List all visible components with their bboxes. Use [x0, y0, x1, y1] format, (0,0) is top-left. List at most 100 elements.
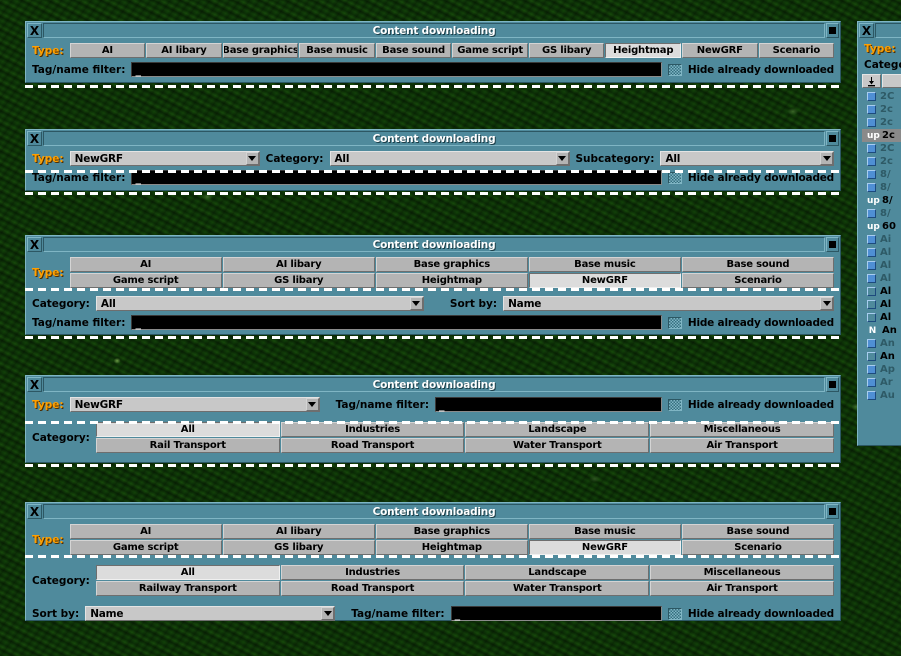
close-button[interactable]: X: [27, 504, 42, 519]
type-button-gs-libary[interactable]: GS libary: [528, 43, 605, 58]
list-item[interactable]: Al: [862, 311, 901, 324]
category-button-miscellaneous[interactable]: Miscellaneous: [650, 422, 835, 437]
list-item[interactable]: 8/: [862, 168, 901, 181]
type-dropdown[interactable]: NewGRF: [69, 151, 260, 166]
type-dropdown[interactable]: NewGRF: [69, 397, 320, 412]
close-button[interactable]: X: [859, 23, 874, 38]
type-button-newgrf[interactable]: NewGRF: [528, 273, 681, 288]
content-downloading-window-1[interactable]: X Content downloading Type: AI AI libary…: [25, 21, 841, 83]
type-button-scenario[interactable]: Scenario: [758, 43, 835, 58]
type-button-gs-libary[interactable]: GS libary: [222, 540, 375, 555]
category-button-air-transport[interactable]: Air Transport: [650, 581, 835, 596]
type-button-game-script[interactable]: Game script: [69, 540, 222, 555]
list-item[interactable]: 2c: [862, 103, 901, 116]
category-button-road-transport[interactable]: Road Transport: [280, 438, 465, 453]
list-item[interactable]: Ar: [862, 376, 901, 389]
close-button[interactable]: X: [27, 377, 42, 392]
type-button-newgrf[interactable]: NewGRF: [681, 43, 758, 58]
category-dropdown[interactable]: All: [329, 151, 570, 166]
list-item[interactable]: Al: [862, 272, 901, 285]
category-button-road-transport[interactable]: Road Transport: [280, 581, 465, 596]
list-item[interactable]: Al: [862, 298, 901, 311]
type-button-game-script[interactable]: Game script: [69, 273, 222, 288]
hide-downloaded-checkbox[interactable]: [667, 171, 682, 184]
type-button-ai[interactable]: AI: [69, 43, 146, 58]
hide-downloaded-checkbox[interactable]: [667, 63, 682, 76]
type-button-ai[interactable]: AI: [69, 257, 222, 272]
type-button-newgrf[interactable]: NewGRF: [528, 540, 681, 555]
subcategory-dropdown[interactable]: All: [660, 151, 834, 166]
type-button-base-music[interactable]: Base music: [528, 257, 681, 272]
type-button-heightmap[interactable]: Heightmap: [375, 540, 528, 555]
chevron-down-icon[interactable]: [305, 398, 319, 411]
list-item[interactable]: 2c: [862, 116, 901, 129]
chevron-down-icon[interactable]: [820, 152, 833, 165]
chevron-down-icon[interactable]: [321, 607, 335, 620]
type-button-ai-libary[interactable]: AI libary: [146, 43, 222, 58]
shade-button[interactable]: [826, 377, 839, 392]
list-item[interactable]: Al: [862, 259, 901, 272]
content-downloading-window-3[interactable]: X Content downloading Type: AI AI libary…: [25, 235, 841, 335]
close-button[interactable]: X: [27, 23, 42, 38]
category-button-industries[interactable]: Industries: [280, 422, 465, 437]
category-button-water-transport[interactable]: Water Transport: [465, 438, 650, 453]
type-button-ai-libary[interactable]: AI libary: [222, 257, 375, 272]
list-item[interactable]: N An: [862, 324, 901, 337]
category-button-industries[interactable]: Industries: [280, 565, 465, 580]
category-button-all[interactable]: All: [95, 422, 280, 437]
close-button[interactable]: X: [27, 237, 42, 252]
hide-downloaded-checkbox[interactable]: [667, 398, 682, 411]
category-button-water-transport[interactable]: Water Transport: [465, 581, 650, 596]
category-dropdown[interactable]: All: [95, 296, 424, 311]
category-button-railway-transport[interactable]: Railway Transport: [95, 581, 280, 596]
list-item[interactable]: Al: [862, 246, 901, 259]
category-button-landscape[interactable]: Landscape: [465, 565, 650, 580]
type-button-base-music[interactable]: Base music: [299, 43, 375, 58]
content-list[interactable]: 2C 2c 2c up 2c 2C 2c 8/8/up 8/8/up 60 Ai Al Al Al Al Al…: [858, 90, 901, 402]
type-button-ai[interactable]: AI: [69, 524, 222, 539]
type-button-base-sound[interactable]: Base sound: [681, 257, 834, 272]
chevron-down-icon[interactable]: [245, 152, 259, 165]
type-button-heightmap[interactable]: Heightmap: [375, 273, 528, 288]
hide-downloaded-checkbox[interactable]: [667, 607, 682, 620]
tag-filter-input[interactable]: _: [435, 397, 662, 412]
list-item[interactable]: An: [862, 350, 901, 363]
list-item[interactable]: 2C: [862, 142, 901, 155]
type-button-ai-libary[interactable]: AI libary: [222, 524, 375, 539]
shade-button[interactable]: [826, 23, 839, 38]
list-item[interactable]: Ap: [862, 363, 901, 376]
list-item[interactable]: 2c: [862, 155, 901, 168]
list-item[interactable]: 8/: [862, 207, 901, 220]
type-button-base-graphics[interactable]: Base graphics: [375, 257, 528, 272]
content-list-window-clipped[interactable]: X Type: Catego 2C2c2cup2c2C2c8/8/up8/8/u…: [857, 21, 901, 446]
list-item[interactable]: Al: [862, 285, 901, 298]
download-sort-button[interactable]: [862, 74, 881, 88]
content-downloading-window-2[interactable]: X Content downloading Type: NewGRF Categ…: [25, 129, 841, 191]
type-button-heightmap[interactable]: Heightmap: [605, 43, 681, 58]
content-downloading-window-5[interactable]: X Content downloading Type: AI AI libary…: [25, 502, 841, 621]
type-button-scenario[interactable]: Scenario: [681, 273, 834, 288]
type-button-scenario[interactable]: Scenario: [681, 540, 834, 555]
shade-button[interactable]: [826, 131, 839, 146]
type-button-base-music[interactable]: Base music: [528, 524, 681, 539]
category-button-miscellaneous[interactable]: Miscellaneous: [650, 565, 835, 580]
tag-filter-input[interactable]: _: [131, 315, 662, 330]
list-item[interactable]: Au: [862, 389, 901, 402]
category-button-air-transport[interactable]: Air Transport: [650, 438, 835, 453]
type-button-base-sound[interactable]: Base sound: [681, 524, 834, 539]
close-button[interactable]: X: [27, 131, 42, 146]
shade-button[interactable]: [826, 237, 839, 252]
category-button-landscape[interactable]: Landscape: [465, 422, 650, 437]
chevron-down-icon[interactable]: [555, 152, 569, 165]
name-sort-button[interactable]: [882, 74, 901, 88]
type-button-base-graphics[interactable]: Base graphics: [222, 43, 299, 58]
list-item[interactable]: up 8/: [862, 194, 901, 207]
list-item[interactable]: up 2c: [862, 129, 901, 142]
shade-button[interactable]: [826, 504, 839, 519]
list-item[interactable]: An: [862, 337, 901, 350]
hide-downloaded-checkbox[interactable]: [667, 316, 682, 329]
type-button-base-graphics[interactable]: Base graphics: [375, 524, 528, 539]
chevron-down-icon[interactable]: [409, 297, 423, 310]
sort-by-dropdown[interactable]: Name: [85, 606, 336, 621]
tag-filter-input[interactable]: _: [131, 62, 662, 77]
